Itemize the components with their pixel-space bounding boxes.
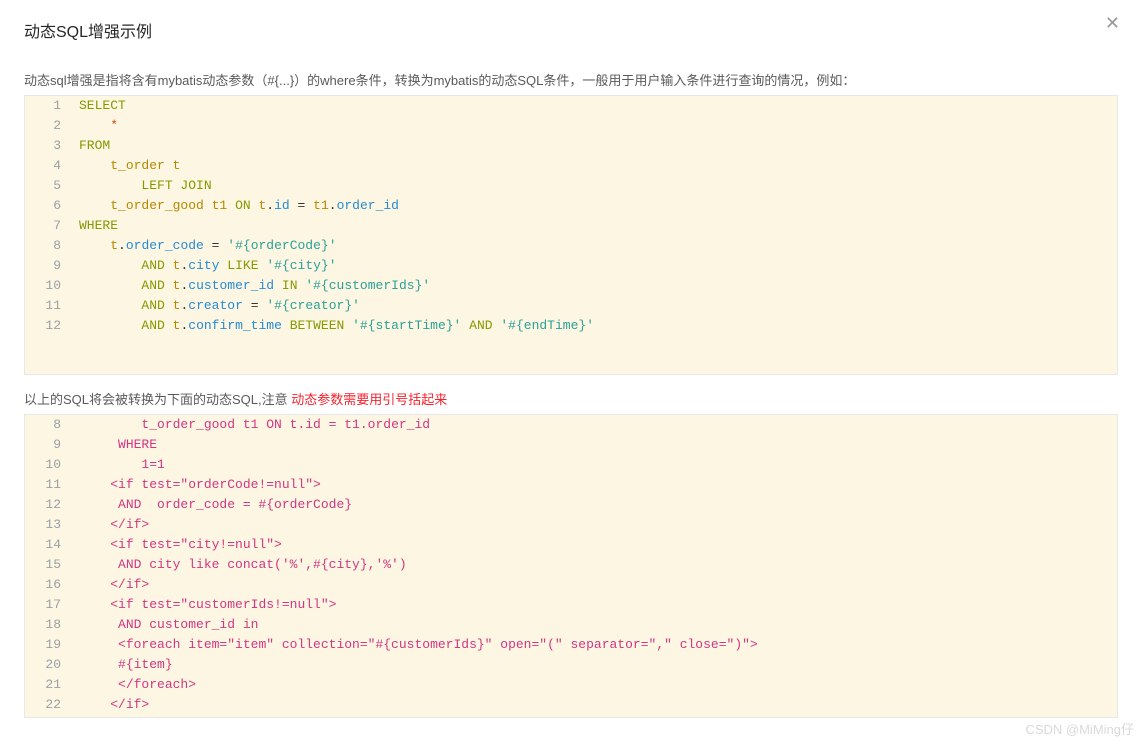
code-text: AND order_code = #{orderCode} [73,495,1117,515]
code-text: </if> [73,515,1117,535]
line-number: 13 [25,515,73,535]
code-line: 14 <if test="city!=null"> [25,535,1117,555]
code-line: 7WHERE [25,216,1117,236]
code-text: </if> [73,695,1117,715]
code-line: 22 </if> [25,695,1117,715]
code-text: AND t.customer_id IN '#{customerIds}' [73,276,1117,296]
code-text: <if test="customerIds!=null"> [73,595,1117,615]
line-number: 10 [25,455,73,475]
code-text: 1=1 [73,455,1117,475]
code-text: t.order_code = '#{orderCode}' [73,236,1117,256]
code-line: 21 </foreach> [25,675,1117,695]
code-line: 20 #{item} [25,655,1117,675]
line-number: 8 [25,236,73,256]
code-text: WHERE [73,216,1117,236]
code-text: t_order t [73,156,1117,176]
code-line: 3FROM [25,136,1117,156]
code-line: 17 <if test="customerIds!=null"> [25,595,1117,615]
close-icon[interactable]: ✕ [1105,14,1120,32]
line-number: 21 [25,675,73,695]
code-line: 18 AND customer_id in [25,615,1117,635]
code-line: 9 WHERE [25,435,1117,455]
line-number: 6 [25,196,73,216]
line-number: 22 [25,695,73,715]
line-number: 2 [25,116,73,136]
section2-desc-pre: 以上的SQL将会被转换为下面的动态SQL,注意 [24,392,291,407]
code-text: <if test="orderCode!=null"> [73,475,1117,495]
code-line: 13 </if> [25,515,1117,535]
code-line: 12 AND order_code = #{orderCode} [25,495,1117,515]
code-text: <if test="city!=null"> [73,535,1117,555]
code-text: </foreach> [73,675,1117,695]
modal-title: 动态SQL增强示例 [24,18,1118,42]
code-text: SELECT [73,96,1117,116]
code-line: 9 AND t.city LIKE '#{city}' [25,256,1117,276]
line-number: 14 [25,535,73,555]
line-number: 19 [25,635,73,655]
code-line: 2 * [25,116,1117,136]
line-number: 9 [25,435,73,455]
code-line: 6 t_order_good t1 ON t.id = t1.order_id [25,196,1117,216]
code-text: t_order_good t1 ON t.id = t1.order_id [73,196,1117,216]
code-block-1[interactable]: 1SELECT2 *3FROM4 t_order t5 LEFT JOIN6 t… [24,95,1118,375]
code-line: 15 AND city like concat('%',#{city},'%') [25,555,1117,575]
line-number: 17 [25,595,73,615]
code-line: 12 AND t.confirm_time BETWEEN '#{startTi… [25,316,1117,336]
section1-desc: 动态sql增强是指将含有mybatis动态参数（#{...}）的where条件，… [24,70,1118,89]
modal: 动态SQL增强示例 ✕ 动态sql增强是指将含有mybatis动态参数（#{..… [0,0,1142,742]
code-line: 8 t_order_good t1 ON t.id = t1.order_id [25,415,1117,435]
section2-desc: 以上的SQL将会被转换为下面的动态SQL,注意 动态参数需要用引号括起来 [24,389,1118,408]
code-text: AND city like concat('%',#{city},'%') [73,555,1117,575]
line-number: 18 [25,615,73,635]
code-text: </if> [73,575,1117,595]
code-text: AND t.city LIKE '#{city}' [73,256,1117,276]
code-text: FROM [73,136,1117,156]
code-line: 10 AND t.customer_id IN '#{customerIds}' [25,276,1117,296]
line-number: 9 [25,256,73,276]
code-text: #{item} [73,655,1117,675]
code-line: 19 <foreach item="item" collection="#{cu… [25,635,1117,655]
code-text: <foreach item="item" collection="#{custo… [73,635,1117,655]
code-line: 16 </if> [25,575,1117,595]
code-line: 11 <if test="orderCode!=null"> [25,475,1117,495]
line-number: 10 [25,276,73,296]
code-text: LEFT JOIN [73,176,1117,196]
code-line: 10 1=1 [25,455,1117,475]
code-text: WHERE [73,435,1117,455]
line-number: 20 [25,655,73,675]
code-text: AND t.confirm_time BETWEEN '#{startTime}… [73,316,1117,336]
code-line: 5 LEFT JOIN [25,176,1117,196]
line-number: 7 [25,216,73,236]
line-number: 15 [25,555,73,575]
code-text: AND customer_id in [73,615,1117,635]
code-line: 8 t.order_code = '#{orderCode}' [25,236,1117,256]
code-line: 4 t_order t [25,156,1117,176]
line-number: 4 [25,156,73,176]
section2-desc-warn: 动态参数需要用引号括起来 [291,392,447,407]
line-number: 11 [25,475,73,495]
line-number: 5 [25,176,73,196]
code-text: * [73,116,1117,136]
code-block-2[interactable]: 8 t_order_good t1 ON t.id = t1.order_id9… [24,414,1118,718]
line-number: 16 [25,575,73,595]
line-number: 12 [25,316,73,336]
line-number: 1 [25,96,73,116]
code-line: 11 AND t.creator = '#{creator}' [25,296,1117,316]
line-number: 8 [25,415,73,435]
code-line: 1SELECT [25,96,1117,116]
line-number: 11 [25,296,73,316]
line-number: 3 [25,136,73,156]
code-text: t_order_good t1 ON t.id = t1.order_id [73,415,1117,435]
code-text: AND t.creator = '#{creator}' [73,296,1117,316]
line-number: 12 [25,495,73,515]
